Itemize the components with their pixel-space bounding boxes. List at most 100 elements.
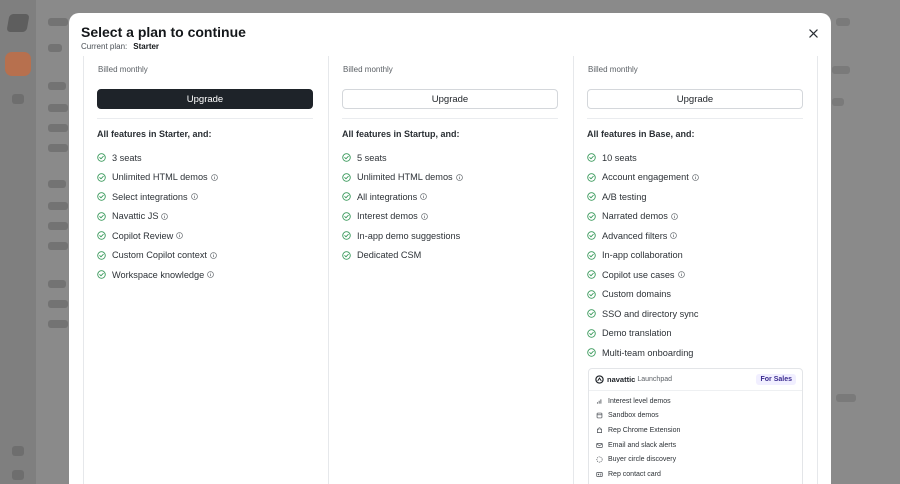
feature-list: 5 seats Unlimited HTML demos All integrati… <box>342 148 463 265</box>
launchpad-item-label: Interest level demos <box>608 397 671 405</box>
box-icon <box>596 413 603 419</box>
launchpad-item-label: Rep contact card <box>608 470 661 478</box>
feature-item: Account engagement <box>587 168 699 188</box>
bg-placeholder <box>48 202 68 210</box>
info-icon[interactable] <box>455 173 463 181</box>
feature-label: Copilot use cases <box>602 269 675 280</box>
feature-item: 5 seats <box>342 148 463 168</box>
info-icon[interactable] <box>420 193 428 201</box>
check-circle-icon <box>587 309 596 318</box>
info-icon[interactable] <box>210 173 218 181</box>
features-heading: All features in Starter, and: <box>97 129 212 139</box>
navattic-logo-icon <box>595 375 604 384</box>
check-circle-icon <box>587 231 596 240</box>
feature-item: Select integrations <box>97 187 218 207</box>
bg-logo-icon <box>6 14 30 32</box>
bg-placeholder <box>48 18 68 26</box>
feature-label: All integrations <box>357 191 418 202</box>
launchpad-header: navattic Launchpad For Sales <box>589 369 802 391</box>
launchpad-product: Launchpad <box>637 376 673 383</box>
info-icon[interactable] <box>670 232 678 240</box>
launchpad-item: Interest level demos <box>596 394 795 409</box>
bg-placeholder <box>48 320 68 328</box>
info-icon[interactable] <box>190 193 198 201</box>
info-icon[interactable] <box>161 212 169 220</box>
divider <box>587 118 803 119</box>
upgrade-button[interactable]: Upgrade <box>97 89 313 109</box>
close-button[interactable] <box>805 25 821 41</box>
check-circle-icon <box>342 153 351 162</box>
launchpad-item: Buyer circle discovery <box>596 452 795 467</box>
check-circle-icon <box>587 329 596 338</box>
check-circle-icon <box>587 153 596 162</box>
launchpad-card: navattic Launchpad For Sales Interest le… <box>588 368 803 484</box>
feature-item: 10 seats <box>587 148 699 168</box>
billing-period: Billed monthly <box>343 65 393 74</box>
launchpad-item: Rep contact card <box>596 467 795 482</box>
feature-label: Unlimited HTML demos <box>357 172 453 183</box>
check-circle-icon <box>97 173 106 182</box>
feature-item: Multi-team onboarding <box>587 343 699 363</box>
feature-item: Unlimited HTML demos <box>97 168 218 188</box>
check-circle-icon <box>587 212 596 221</box>
bg-nav-icon <box>12 94 24 104</box>
feature-item: Custom domains <box>587 285 699 305</box>
check-circle-icon <box>587 192 596 201</box>
info-icon[interactable] <box>207 271 215 279</box>
check-circle-icon <box>342 173 351 182</box>
info-icon[interactable] <box>671 212 678 220</box>
divider <box>97 118 313 119</box>
feature-label: 3 seats <box>112 152 142 163</box>
plan-card-base: Billed monthly Upgrade All features in S… <box>83 56 328 484</box>
feature-label: Advanced filters <box>602 230 668 241</box>
upgrade-button[interactable]: Upgrade <box>587 89 803 109</box>
feature-item: All integrations <box>342 187 463 207</box>
feature-item: Custom Copilot context <box>97 246 218 266</box>
check-circle-icon <box>97 231 106 240</box>
feature-label: Narrated demos <box>602 211 668 222</box>
launchpad-list: Interest level demos Sandbox demos Rep Chr… <box>589 391 802 484</box>
upgrade-button[interactable]: Upgrade <box>342 89 558 109</box>
info-icon[interactable] <box>692 173 699 181</box>
bg-placeholder <box>48 180 66 188</box>
feature-item: In-app collaboration <box>587 246 699 266</box>
check-circle-icon <box>97 251 106 260</box>
check-circle-icon <box>587 270 596 279</box>
feature-label: In-app collaboration <box>602 250 683 261</box>
info-icon[interactable] <box>176 232 184 240</box>
feature-label: Custom Copilot context <box>112 250 207 261</box>
info-icon[interactable] <box>677 271 685 279</box>
check-circle-icon <box>97 270 106 279</box>
for-sales-badge: For Sales <box>756 374 796 385</box>
info-icon[interactable] <box>420 212 428 220</box>
check-circle-icon <box>587 251 596 260</box>
feature-label: Dedicated CSM <box>357 250 422 261</box>
feature-item: Narrated demos <box>587 207 699 227</box>
launchpad-item: Sandbox demos <box>596 409 795 424</box>
feature-label: Demo translation <box>602 328 672 339</box>
launchpad-item-label: Rep Chrome Extension <box>608 426 681 434</box>
mail-icon <box>596 442 603 448</box>
current-plan-label: Current plan: <box>81 42 128 51</box>
check-circle-icon <box>342 251 351 260</box>
bg-nav-icon <box>12 446 24 456</box>
launchpad-item: Email and slack alerts <box>596 438 795 453</box>
bg-nav-icon <box>12 470 24 480</box>
bg-placeholder <box>48 242 68 250</box>
plan-card-pro: Billed monthly Upgrade All features in S… <box>328 56 573 484</box>
feature-item: Advanced filters <box>587 226 699 246</box>
feature-item: A/B testing <box>587 187 699 207</box>
feature-label: Copilot Review <box>112 230 174 241</box>
feature-label: A/B testing <box>602 191 647 202</box>
plans-area: Billed monthly Upgrade All features in S… <box>83 56 818 484</box>
feature-item: Demo translation <box>587 324 699 344</box>
feature-item: Unlimited HTML demos <box>342 168 463 188</box>
check-circle-icon <box>587 290 596 299</box>
launchpad-brand: navattic <box>607 375 636 384</box>
close-icon <box>808 28 818 38</box>
plan-card-enterprise: Billed monthly Upgrade All features in B… <box>573 56 818 484</box>
feature-item: SSO and directory sync <box>587 304 699 324</box>
check-circle-icon <box>587 173 596 182</box>
info-icon[interactable] <box>210 251 217 259</box>
check-circle-icon <box>97 212 106 221</box>
